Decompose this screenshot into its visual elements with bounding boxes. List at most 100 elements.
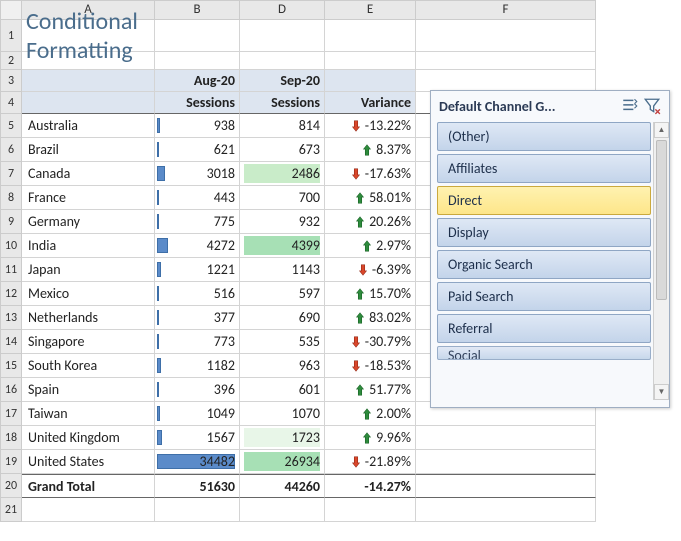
aug-sessions-cell[interactable]: 516 xyxy=(155,282,240,306)
cell-F18[interactable] xyxy=(416,426,596,450)
col-header-D[interactable]: D xyxy=(240,0,325,20)
variance-cell[interactable]: 15.70% xyxy=(325,282,416,306)
country-cell[interactable]: Japan xyxy=(22,258,155,282)
aug-sessions-cell[interactable]: 1221 xyxy=(155,258,240,282)
sep-sessions-cell[interactable]: 2486 xyxy=(240,162,325,186)
slicer-scrollbar[interactable]: ▲ ▼ xyxy=(653,122,669,400)
aug-sessions-cell[interactable]: 34482 xyxy=(155,450,240,474)
country-cell[interactable]: Germany xyxy=(22,210,155,234)
variance-cell[interactable]: 51.77% xyxy=(325,378,416,402)
row-header-1[interactable]: 1 xyxy=(0,20,22,52)
aug-sessions-cell[interactable]: 377 xyxy=(155,306,240,330)
select-all-corner[interactable] xyxy=(0,0,22,20)
cell-A2[interactable] xyxy=(22,52,155,70)
sep-sessions-cell[interactable]: 690 xyxy=(240,306,325,330)
row-header-8[interactable]: 8 xyxy=(0,186,22,210)
slicer-item-social[interactable]: Social xyxy=(437,346,651,360)
country-cell[interactable]: Singapore xyxy=(22,330,155,354)
row-header-19[interactable]: 19 xyxy=(0,450,22,474)
cell-F3[interactable] xyxy=(416,70,596,92)
slicer[interactable]: Default Channel G... (Other) Affiliates Di… xyxy=(430,90,670,408)
variance-cell[interactable]: 20.26% xyxy=(325,210,416,234)
row-header-13[interactable]: 13 xyxy=(0,306,22,330)
row-header-3[interactable]: 3 xyxy=(0,70,22,92)
sep-sessions-cell[interactable]: 700 xyxy=(240,186,325,210)
row-header-21[interactable]: 21 xyxy=(0,498,22,522)
cell-F2[interactable] xyxy=(416,52,596,70)
aug-sessions-cell[interactable]: 1567 xyxy=(155,426,240,450)
country-cell[interactable]: South Korea xyxy=(22,354,155,378)
row-header-9[interactable]: 9 xyxy=(0,210,22,234)
country-cell[interactable]: United Kingdom xyxy=(22,426,155,450)
cell-A3[interactable] xyxy=(22,70,155,92)
multi-select-icon[interactable] xyxy=(621,97,639,115)
cell-B2[interactable] xyxy=(155,52,240,70)
aug-sessions-cell[interactable]: 775 xyxy=(155,210,240,234)
sep-sessions-cell[interactable]: 535 xyxy=(240,330,325,354)
country-cell[interactable]: Taiwan xyxy=(22,402,155,426)
cell-E3[interactable] xyxy=(325,70,416,92)
variance-cell[interactable]: -6.39% xyxy=(325,258,416,282)
grand-total-sep[interactable]: 44260 xyxy=(240,474,325,498)
cell-D2[interactable] xyxy=(240,52,325,70)
row-header-6[interactable]: 6 xyxy=(0,138,22,162)
aug-sessions-cell[interactable]: 621 xyxy=(155,138,240,162)
cell-D21[interactable] xyxy=(240,498,325,522)
sep-sessions-cell[interactable]: 932 xyxy=(240,210,325,234)
grand-total-var[interactable]: -14.27% xyxy=(325,474,416,498)
aug-sessions-cell[interactable]: 1049 xyxy=(155,402,240,426)
variance-cell[interactable]: 2.00% xyxy=(325,402,416,426)
cell-F20[interactable] xyxy=(416,474,596,498)
country-cell[interactable]: Australia xyxy=(22,114,155,138)
header-sep-sessions[interactable]: Sessions xyxy=(240,92,325,114)
row-header-18[interactable]: 18 xyxy=(0,426,22,450)
sep-sessions-cell[interactable]: 601 xyxy=(240,378,325,402)
header-variance[interactable]: Variance xyxy=(325,92,416,114)
col-header-F[interactable]: F xyxy=(416,0,596,20)
row-header-15[interactable]: 15 xyxy=(0,354,22,378)
sep-sessions-cell[interactable]: 4399 xyxy=(240,234,325,258)
cell-F19[interactable] xyxy=(416,450,596,474)
row-header-14[interactable]: 14 xyxy=(0,330,22,354)
country-cell[interactable]: France xyxy=(22,186,155,210)
variance-cell[interactable]: 58.01% xyxy=(325,186,416,210)
scroll-thumb[interactable] xyxy=(656,140,667,300)
header-aug-sessions[interactable]: Sessions xyxy=(155,92,240,114)
slicer-item--other-[interactable]: (Other) xyxy=(437,122,651,151)
sep-sessions-cell[interactable]: 814 xyxy=(240,114,325,138)
aug-sessions-cell[interactable]: 3018 xyxy=(155,162,240,186)
row-header-4[interactable]: 4 xyxy=(0,92,22,114)
sep-sessions-cell[interactable]: 1070 xyxy=(240,402,325,426)
variance-cell[interactable]: -17.63% xyxy=(325,162,416,186)
variance-cell[interactable]: -30.79% xyxy=(325,330,416,354)
grand-total-label[interactable]: Grand Total xyxy=(22,474,155,498)
cell-D1[interactable] xyxy=(240,20,325,52)
cell-E2[interactable] xyxy=(325,52,416,70)
aug-sessions-cell[interactable]: 773 xyxy=(155,330,240,354)
slicer-item-direct[interactable]: Direct xyxy=(437,186,651,215)
scroll-track[interactable] xyxy=(654,138,669,384)
country-cell[interactable]: Netherlands xyxy=(22,306,155,330)
cell-E21[interactable] xyxy=(325,498,416,522)
slicer-header[interactable]: Default Channel G... xyxy=(431,91,669,118)
cell-B21[interactable] xyxy=(155,498,240,522)
country-cell[interactable]: United States xyxy=(22,450,155,474)
sep-sessions-cell[interactable]: 673 xyxy=(240,138,325,162)
sep-sessions-cell[interactable]: 963 xyxy=(240,354,325,378)
aug-sessions-cell[interactable]: 4272 xyxy=(155,234,240,258)
variance-cell[interactable]: 8.37% xyxy=(325,138,416,162)
scroll-down-icon[interactable]: ▼ xyxy=(654,384,669,400)
row-header-12[interactable]: 12 xyxy=(0,282,22,306)
slicer-item-display[interactable]: Display xyxy=(437,218,651,247)
row-header-5[interactable]: 5 xyxy=(0,114,22,138)
aug-sessions-cell[interactable]: 1182 xyxy=(155,354,240,378)
row-header-17[interactable]: 17 xyxy=(0,402,22,426)
clear-filter-icon[interactable] xyxy=(643,97,661,115)
aug-sessions-cell[interactable]: 443 xyxy=(155,186,240,210)
scroll-up-icon[interactable]: ▲ xyxy=(654,122,669,138)
slicer-item-organic-search[interactable]: Organic Search xyxy=(437,250,651,279)
sep-sessions-cell[interactable]: 26934 xyxy=(240,450,325,474)
slicer-item-affiliates[interactable]: Affiliates xyxy=(437,154,651,183)
header-sep[interactable]: Sep-20 xyxy=(240,70,325,92)
col-header-B[interactable]: B xyxy=(155,0,240,20)
